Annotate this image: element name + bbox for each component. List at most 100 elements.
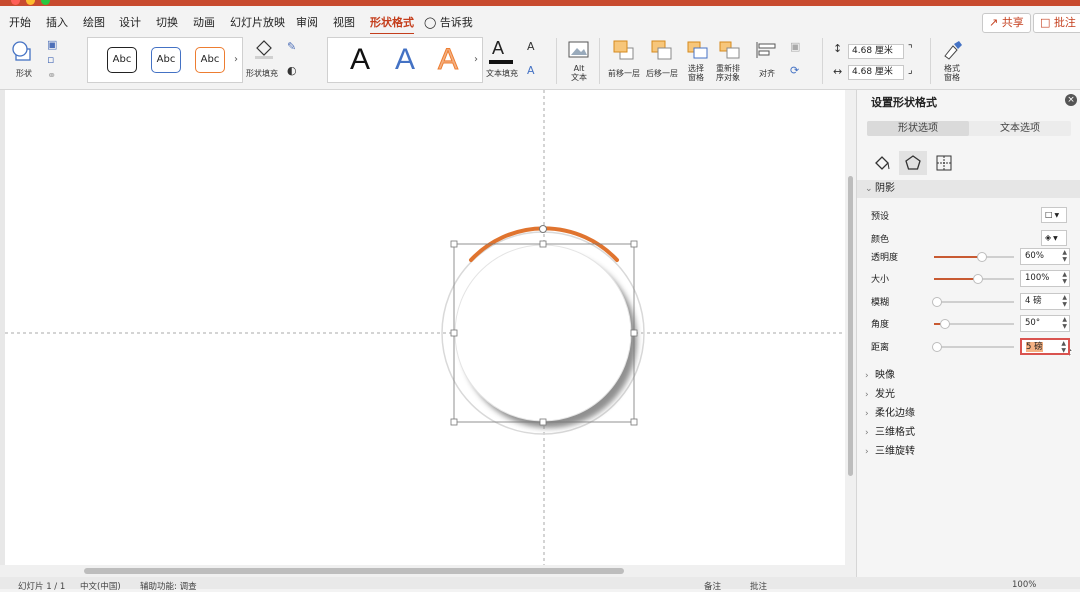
wordart-blue[interactable]: A (395, 43, 415, 77)
transparency-slider[interactable] (934, 252, 1014, 262)
bring-forward-label: 前移一层 (608, 69, 640, 78)
format-pane-button[interactable]: 格式 窗格 (938, 38, 966, 84)
crop-bottom-icon[interactable]: ⌟ (908, 65, 913, 76)
text-effects-icon[interactable]: A (527, 64, 535, 77)
size-slider[interactable] (934, 274, 1014, 284)
3d-format-section-header[interactable]: › 三维格式 (857, 424, 1080, 442)
zoom-window-icon[interactable] (41, 0, 50, 5)
text-outline-icon[interactable]: A (527, 40, 535, 53)
size-stepper[interactable]: 100% ▲ ▼ (1020, 270, 1070, 287)
shape-effects-icon[interactable]: ◐ (287, 64, 297, 77)
glow-section-header[interactable]: › 发光 (857, 386, 1080, 404)
gallery-more-chevron-icon[interactable]: › (234, 54, 238, 65)
shadow-color-dropdown[interactable]: ◈ ▼ (1041, 230, 1067, 246)
effects-pentagon-icon[interactable] (899, 151, 927, 175)
lightbulb-icon: ◯ (424, 16, 437, 29)
angle-slider-knob[interactable] (940, 319, 950, 329)
blur-slider[interactable] (932, 297, 1014, 307)
width-input[interactable]: 4.68 厘米 (848, 65, 904, 80)
slide-canvas[interactable] (0, 90, 845, 565)
reflection-section-header[interactable]: › 映像 (857, 367, 1080, 385)
selection-pane-button[interactable]: 选择 窗格 (684, 38, 712, 84)
3d-rotation-section-header[interactable]: › 三维旋转 (857, 443, 1080, 461)
shapes-button[interactable]: 形状 (8, 38, 44, 82)
distance-slider[interactable] (932, 342, 1014, 352)
size-slider-knob[interactable] (973, 274, 983, 284)
tab-draw[interactable]: 绘图 (83, 14, 105, 30)
wordart-orange[interactable]: A (437, 43, 458, 77)
text-fill-button[interactable]: A 文本填充 (486, 38, 522, 82)
rotate-icon[interactable]: ⟳ (790, 64, 799, 77)
horizontal-scrollbar[interactable] (0, 565, 856, 577)
stepper-arrows-icon[interactable]: ▲ ▼ (1062, 316, 1067, 330)
tab-shape-format[interactable]: 形状格式 (370, 14, 414, 35)
shadow-preset-dropdown[interactable]: □ ▼ (1041, 207, 1067, 223)
fill-line-icon[interactable] (868, 151, 896, 175)
stepper-arrows-icon[interactable]: ▲ ▼ (1062, 271, 1067, 285)
notes-button[interactable]: 备注 (704, 580, 721, 592)
text-options-tab[interactable]: 文本选项 (969, 121, 1071, 136)
reorder-objects-button[interactable]: 重新排 序对象 (714, 38, 750, 84)
transparency-stepper[interactable]: 60% ▲ ▼ (1020, 248, 1070, 265)
comments-status-button[interactable]: 批注 (750, 580, 767, 592)
stepper-arrows-icon[interactable]: ▲ ▼ (1062, 294, 1067, 308)
ribbon-separator (930, 38, 931, 84)
blur-slider-knob[interactable] (932, 297, 942, 307)
accessibility-status[interactable]: 辅助功能: 调查 (140, 580, 197, 592)
transparency-label: 透明度 (871, 253, 899, 263)
slide[interactable] (5, 90, 845, 565)
horizontal-scroll-thumb[interactable] (84, 568, 624, 574)
send-backward-icon (651, 40, 672, 60)
soft-edges-section-header[interactable]: › 柔化边缘 (857, 405, 1080, 423)
blur-stepper[interactable]: 4 磅 ▲ ▼ (1020, 293, 1070, 310)
shape-fill-button[interactable]: 形状填充 (246, 38, 282, 82)
shape-style-dark[interactable]: Abc (107, 47, 137, 73)
ribbon-separator (556, 38, 557, 84)
inner-circle-shape[interactable] (454, 244, 632, 422)
vertical-scrollbar[interactable] (845, 90, 856, 565)
shadow-section-header[interactable]: ⌄ 阴影 (857, 180, 1080, 198)
wordart-black[interactable]: A (350, 43, 370, 77)
vertical-scroll-thumb[interactable] (848, 176, 853, 476)
alt-text-button[interactable]: Alt 文本 (565, 38, 593, 84)
tab-insert[interactable]: 插入 (46, 14, 68, 30)
tab-slideshow[interactable]: 幻灯片放映 (230, 14, 285, 30)
tell-me-search[interactable]: ◯ 告诉我 (424, 14, 473, 30)
bring-forward-button[interactable]: 前移一层 (607, 38, 643, 84)
close-icon[interactable]: × (1065, 94, 1077, 106)
shapes-icon (12, 41, 31, 61)
align-button[interactable]: 对齐 (752, 38, 782, 84)
stepper-arrows-icon[interactable]: ▲ ▼ (1062, 249, 1067, 263)
transparency-slider-knob[interactable] (977, 252, 987, 262)
edit-shape-icon[interactable]: ▫ (47, 53, 54, 66)
tab-review[interactable]: 审阅 (296, 14, 318, 30)
angle-stepper[interactable]: 50° ▲ ▼ (1020, 315, 1070, 332)
send-backward-button[interactable]: 后移一层 (645, 38, 681, 84)
crop-top-icon[interactable]: ⌝ (908, 44, 913, 55)
distance-stepper[interactable]: 5 磅 ▲ ▼ (1020, 338, 1070, 355)
shape-outline-icon[interactable]: ✎ (287, 40, 296, 53)
text-box-icon[interactable]: ▣ (47, 38, 57, 51)
tab-view[interactable]: 视图 (333, 14, 355, 30)
minimize-window-icon[interactable] (26, 0, 35, 5)
shape-style-orange[interactable]: Abc (195, 47, 225, 73)
merge-shapes-icon[interactable]: ⚭ (47, 69, 56, 82)
comments-button[interactable]: □ 批注 (1033, 13, 1080, 33)
height-input[interactable]: 4.68 厘米 (848, 44, 904, 59)
rotate-handle-icon[interactable] (539, 225, 547, 233)
close-window-icon[interactable] (11, 0, 20, 5)
share-button[interactable]: ↗ 共享 (982, 13, 1031, 33)
stepper-arrows-icon[interactable]: ▲ ▼ (1061, 340, 1066, 354)
language-indicator[interactable]: 中文(中国) (80, 580, 121, 592)
tab-transitions[interactable]: 切换 (156, 14, 178, 30)
size-properties-icon[interactable] (930, 151, 958, 175)
tab-design[interactable]: 设计 (119, 14, 141, 30)
wordart-more-chevron-icon[interactable]: › (474, 54, 478, 65)
group-icon[interactable]: ▣ (790, 40, 800, 53)
tab-animations[interactable]: 动画 (193, 14, 215, 30)
distance-slider-knob[interactable] (932, 342, 942, 352)
shape-style-blue[interactable]: Abc (151, 47, 181, 73)
angle-slider[interactable] (934, 319, 1014, 329)
tab-home[interactable]: 开始 (9, 14, 31, 30)
shape-options-tab[interactable]: 形状选项 (867, 121, 969, 136)
